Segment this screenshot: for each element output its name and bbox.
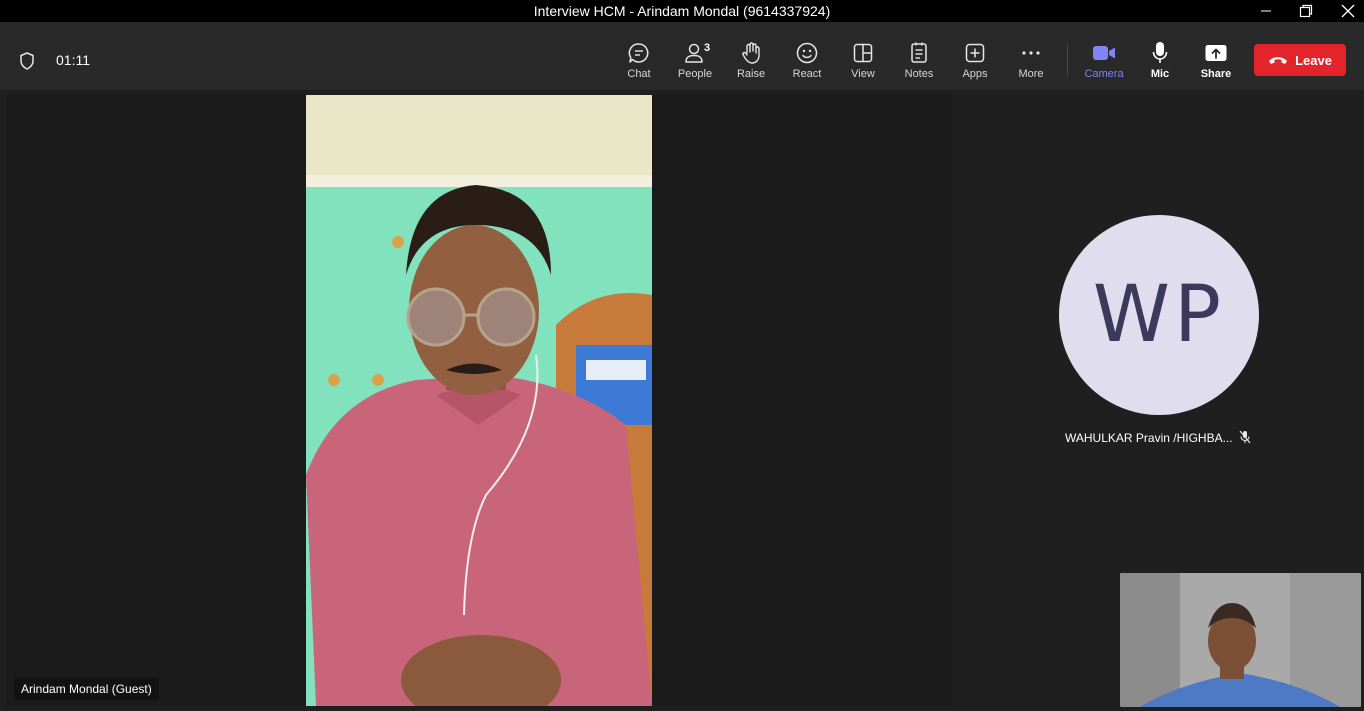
raise-hand-button[interactable]: Raise [723,40,779,88]
microphone-icon [1151,40,1169,66]
react-button[interactable]: React [779,40,835,88]
more-button[interactable]: More [1003,40,1059,88]
window-title-bar: Interview HCM - Arindam Mondal (96143379… [0,0,1364,22]
video-camera-icon [1092,40,1116,66]
view-button[interactable]: View [835,40,891,88]
self-view-video[interactable] [1120,573,1361,707]
share-button[interactable]: Share [1188,40,1244,88]
chat-button[interactable]: Chat [611,40,667,88]
view-label: View [851,68,875,80]
smiley-icon [795,40,819,66]
chat-label: Chat [627,68,651,80]
hang-up-phone-icon [1269,57,1288,64]
leave-label: Leave [1295,52,1332,68]
share-label: Share [1200,68,1232,80]
participant-name-tag: Arindam Mondal (Guest) [14,678,159,700]
call-timer: 01:11 [56,52,90,68]
self-view-frame [1120,573,1361,707]
people-button[interactable]: 3 People [667,40,723,88]
chat-icon [627,40,651,66]
participant-name: WAHULKAR Pravin /HIGHBA... [1065,431,1233,445]
react-label: React [792,68,822,80]
raise-label: Raise [736,68,766,80]
meeting-toolbar: 01:11 Chat 3 People Raise React View Not… [0,22,1364,90]
more-ellipsis-icon [1020,40,1042,66]
security-shield-icon[interactable] [18,51,36,76]
participant-avatar[interactable]: WP [1059,215,1259,415]
mic-button[interactable]: Mic [1132,40,1188,88]
notes-icon [909,40,929,66]
toolbar-divider [1067,44,1068,76]
close-icon [1341,4,1355,18]
minimize-icon [1261,10,1271,12]
layout-grid-icon [852,40,874,66]
apps-button[interactable]: Apps [947,40,1003,88]
more-label: More [1018,68,1044,80]
add-apps-icon [964,40,986,66]
apps-label: Apps [962,68,988,80]
leave-button[interactable]: Leave [1254,44,1346,76]
participant-video-frame [306,95,652,706]
notes-label: Notes [904,68,934,80]
share-screen-icon [1204,40,1228,66]
mic-label: Mic [1150,68,1170,80]
main-video-stage: Arindam Mondal (Guest) [6,95,952,706]
participant-video-arindam[interactable] [306,95,652,706]
people-count-badge: 3 [704,42,711,54]
people-icon: 3 [684,40,710,66]
close-button[interactable] [1325,0,1364,22]
restore-button[interactable] [1283,0,1329,22]
mic-muted-icon [1239,430,1251,449]
window-title: Interview HCM - Arindam Mondal (96143379… [533,3,831,19]
restore-icon [1299,4,1313,18]
people-label: People [677,68,713,80]
camera-button[interactable]: Camera [1076,40,1132,88]
camera-label: Camera [1084,68,1124,80]
notes-button[interactable]: Notes [891,40,947,88]
raise-hand-icon [740,40,762,66]
